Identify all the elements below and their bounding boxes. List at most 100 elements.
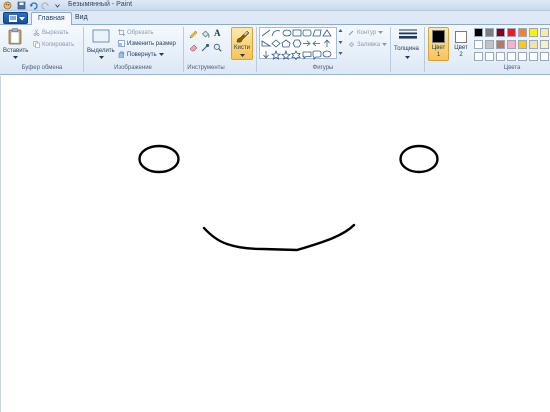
rectangle-shape-icon <box>292 29 302 37</box>
palette-color-swatch[interactable] <box>518 52 527 61</box>
title-bar: Безымянный - Paint <box>0 0 550 11</box>
quick-access-dropdown-icon[interactable] <box>53 1 62 10</box>
thickness-button[interactable]: Толщина <box>394 46 419 52</box>
palette-color-swatch[interactable] <box>529 28 538 37</box>
down-arrow-shape-icon <box>263 51 269 59</box>
cut-button[interactable]: Вырезать <box>33 29 69 36</box>
app-menu-button[interactable] <box>3 12 28 24</box>
hexagon-shape-icon <box>292 39 302 48</box>
resize-button[interactable]: Изменить размер <box>118 40 176 47</box>
brushes-dropdown-icon <box>240 54 245 57</box>
tab-home[interactable]: Главная <box>31 12 72 26</box>
palette-color-swatch[interactable] <box>529 52 538 61</box>
color1-swatch <box>432 30 445 43</box>
scissors-icon <box>33 29 40 36</box>
group-divider <box>424 27 425 72</box>
palette-color-swatch[interactable] <box>507 40 516 49</box>
rotate-label: Повернуть <box>127 51 157 58</box>
right-arrow-shape-icon <box>303 40 311 47</box>
left-eye-stroke <box>138 144 180 174</box>
thickness-dropdown-icon[interactable] <box>405 56 410 59</box>
right-eye-stroke <box>399 144 439 174</box>
cut-label: Вырезать <box>42 29 69 36</box>
palette-color-swatch[interactable] <box>485 40 494 49</box>
palette-color-swatch[interactable] <box>540 40 549 49</box>
triangle-shape-icon <box>322 29 332 37</box>
palette-color-swatch[interactable] <box>485 28 494 37</box>
outline-icon <box>348 30 354 36</box>
palette-color-swatch[interactable] <box>485 52 494 61</box>
palette-color-swatch[interactable] <box>529 40 538 49</box>
callout-rounded-shape-icon <box>312 50 322 60</box>
outline-dropdown-icon <box>378 31 384 34</box>
redo-icon[interactable] <box>41 1 50 10</box>
tab-view[interactable]: Вид <box>69 12 94 26</box>
copy-icon <box>33 41 40 48</box>
palette-color-swatch[interactable] <box>474 28 483 37</box>
palette-color-swatch[interactable] <box>496 52 505 61</box>
copy-button[interactable]: Копировать <box>33 41 74 48</box>
text-tool-icon[interactable]: A <box>214 28 221 38</box>
chevron-down-icon <box>19 17 25 21</box>
brushes-button[interactable]: Кисти <box>231 27 253 60</box>
five-point-star-shape-icon <box>281 49 291 60</box>
image-group-label: Изображение <box>114 65 152 71</box>
palette-color-swatch[interactable] <box>507 52 516 61</box>
group-divider <box>83 27 84 72</box>
color1-number: 1 <box>436 52 441 58</box>
rotate-dropdown-icon[interactable] <box>158 53 164 56</box>
palette-color-swatch[interactable] <box>474 52 483 61</box>
paste-dropdown-icon[interactable] <box>13 56 18 59</box>
outline-label: Контур <box>357 29 377 36</box>
select-icon[interactable] <box>92 29 110 43</box>
shapes-gallery[interactable] <box>259 27 337 60</box>
palette-color-swatch[interactable] <box>518 40 527 49</box>
line-thickness-icon[interactable] <box>399 29 417 41</box>
line-shape-icon <box>261 29 271 37</box>
pentagon-shape-icon <box>281 39 291 48</box>
fill-button[interactable]: Заливка <box>348 41 388 48</box>
clipboard-group-label: Буфер обмена <box>21 65 63 71</box>
crop-label: Обрезать <box>127 29 154 36</box>
palette-color-swatch[interactable] <box>474 40 483 49</box>
eraser-icon[interactable] <box>189 43 198 52</box>
palette-color-swatch[interactable] <box>507 28 516 37</box>
four-point-star-shape-icon <box>270 49 282 60</box>
callout-rect-shape-icon <box>302 51 312 60</box>
colors-group-label: Цвета <box>503 65 521 71</box>
color2-label: Цвет <box>454 45 468 51</box>
select-button[interactable]: Выделить <box>87 48 115 54</box>
copy-label: Копировать <box>42 41 75 48</box>
ribbon: Вставить Вырезать Копировать Буфер обмен… <box>0 25 550 75</box>
fill-bucket-icon[interactable] <box>201 30 210 39</box>
palette-color-swatch[interactable] <box>496 28 505 37</box>
color1-label: Цвет <box>431 45 446 51</box>
fill-icon <box>348 41 355 48</box>
save-icon[interactable] <box>17 1 26 10</box>
select-dropdown-icon[interactable] <box>99 56 104 59</box>
pencil-icon[interactable] <box>189 30 198 39</box>
paste-button[interactable]: Вставить <box>3 48 28 54</box>
paint-app-icon[interactable] <box>3 1 12 10</box>
brushes-label: Кисти <box>234 45 250 51</box>
window-title: Безымянный - Paint <box>68 1 133 8</box>
undo-icon[interactable] <box>29 1 38 10</box>
color1-button[interactable]: Цвет 1 <box>428 27 449 61</box>
shapes-scroll-icon[interactable] <box>338 28 343 58</box>
color2-button[interactable]: Цвет 2 <box>452 27 472 61</box>
palette-color-swatch[interactable] <box>540 28 549 37</box>
resize-icon <box>118 40 125 47</box>
menu-icon <box>9 15 17 22</box>
paste-icon[interactable] <box>8 28 22 45</box>
color2-swatch <box>455 31 467 43</box>
palette-color-swatch[interactable] <box>540 52 549 61</box>
rotate-button[interactable]: Повернуть <box>118 51 164 58</box>
drawing-canvas[interactable] <box>0 76 550 412</box>
right-triangle-shape-icon <box>261 40 272 47</box>
magnifier-icon[interactable] <box>213 43 222 52</box>
crop-button[interactable]: Обрезать <box>118 29 153 36</box>
palette-color-swatch[interactable] <box>496 40 505 49</box>
palette-color-swatch[interactable] <box>518 28 527 37</box>
outline-button[interactable]: Контур <box>348 29 384 36</box>
color-picker-icon[interactable] <box>201 43 210 52</box>
